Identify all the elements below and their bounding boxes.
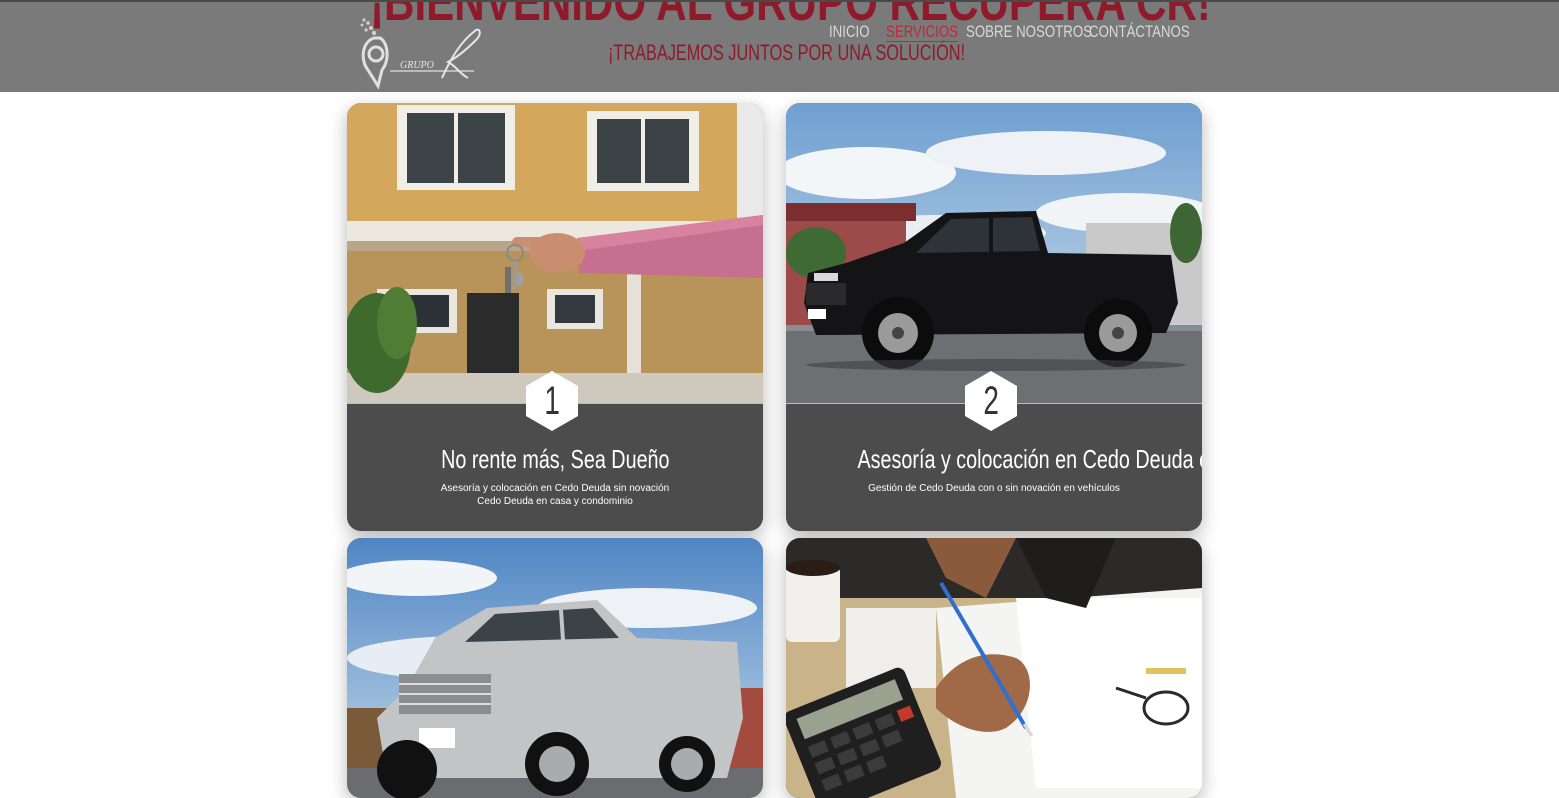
- paperwork-calculator-photo: [786, 538, 1202, 798]
- logo-mark-icon: GRUPO: [360, 18, 481, 90]
- silver-pickup-photo: [347, 538, 763, 798]
- service-card-1[interactable]: 1 No rente más, Sea Dueño Asesoría y col…: [347, 103, 763, 531]
- logo-wordmark: GRUPO: [400, 60, 434, 71]
- card-title: Asesoría y colocación en Cedo Deuda en v…: [857, 444, 1202, 474]
- service-card-3[interactable]: [347, 538, 763, 798]
- card-description-line-1: Gestión de Cedo Deuda con o sin novación…: [868, 483, 1120, 494]
- black-pickup-photo: [786, 103, 1202, 403]
- site-header: ¡BIENVENIDO AL GRUPO RECUPERA CR! ¡TRABA…: [0, 0, 1559, 92]
- card-description-line-2: Cedo Deuda en casa y condominio: [477, 496, 633, 507]
- service-card-2[interactable]: 2 Asesoría y colocación en Cedo Deuda en…: [786, 103, 1202, 531]
- card-title: No rente más, Sea Dueño: [440, 444, 670, 474]
- nav-inicio[interactable]: INICIO: [829, 22, 870, 42]
- nav-contactanos[interactable]: CONTÁCTANOS: [1089, 22, 1190, 42]
- nav-servicios[interactable]: SERVICIOS: [886, 22, 958, 42]
- welcome-subtitle: ¡TRABAJEMOS JUNTOS POR UNA SOLUCIÓN!: [608, 40, 966, 65]
- house-keys-photo: [347, 103, 763, 403]
- nav-sobre-nosotros[interactable]: SOBRE NOSOTROS: [966, 22, 1092, 42]
- grupo-r-logo[interactable]: GRUPO: [356, 16, 484, 90]
- service-card-4[interactable]: [786, 538, 1202, 798]
- card-description-line-1: Asesoría y colocación en Cedo Deuda sin …: [440, 483, 670, 494]
